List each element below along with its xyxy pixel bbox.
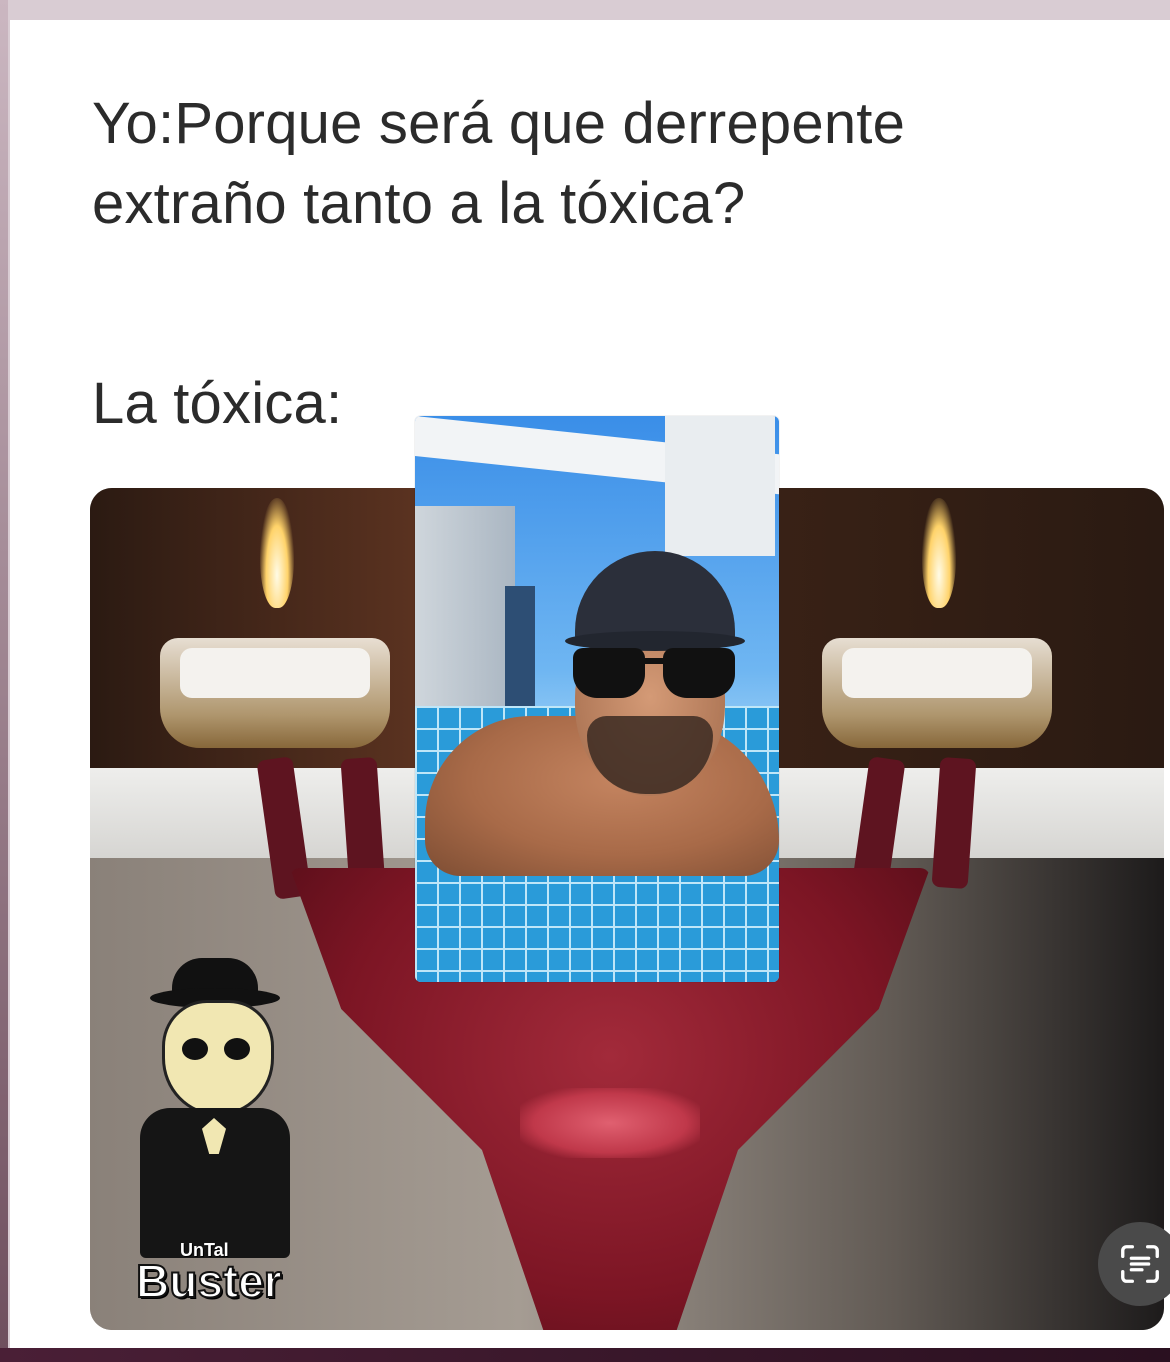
flame-icon bbox=[922, 498, 956, 608]
caption-line-1: Yo:Porque será que derrepente bbox=[92, 91, 906, 156]
lens-right bbox=[224, 1038, 250, 1060]
watermark-big-text: Buster bbox=[135, 1254, 283, 1308]
flame-icon bbox=[260, 498, 294, 608]
frame-left-edge bbox=[0, 0, 8, 1362]
pool-selfie-photo bbox=[415, 416, 779, 982]
candle-wax bbox=[842, 648, 1032, 698]
sunglasses-icon bbox=[573, 648, 737, 700]
candle-wax bbox=[180, 648, 370, 698]
pergola-post bbox=[665, 416, 775, 556]
caption-line-2: extraño tanto a la tóxica? bbox=[92, 171, 746, 236]
frame-bottom-edge bbox=[0, 1348, 1170, 1362]
lens-left bbox=[182, 1038, 208, 1060]
shade-bridge bbox=[643, 658, 665, 664]
shade-right bbox=[663, 648, 735, 698]
building-glass bbox=[505, 586, 535, 716]
glasses-icon bbox=[178, 1038, 258, 1060]
caption-line-3: La tóxica: bbox=[92, 371, 343, 436]
bow-decoration bbox=[520, 1088, 700, 1158]
building bbox=[415, 506, 515, 716]
shade-left bbox=[573, 648, 645, 698]
candle-right bbox=[822, 498, 1052, 748]
live-text-scan-icon bbox=[1121, 1245, 1159, 1283]
candle-left bbox=[160, 498, 390, 748]
untal-buster-watermark: UnTal Buster bbox=[135, 958, 330, 1308]
